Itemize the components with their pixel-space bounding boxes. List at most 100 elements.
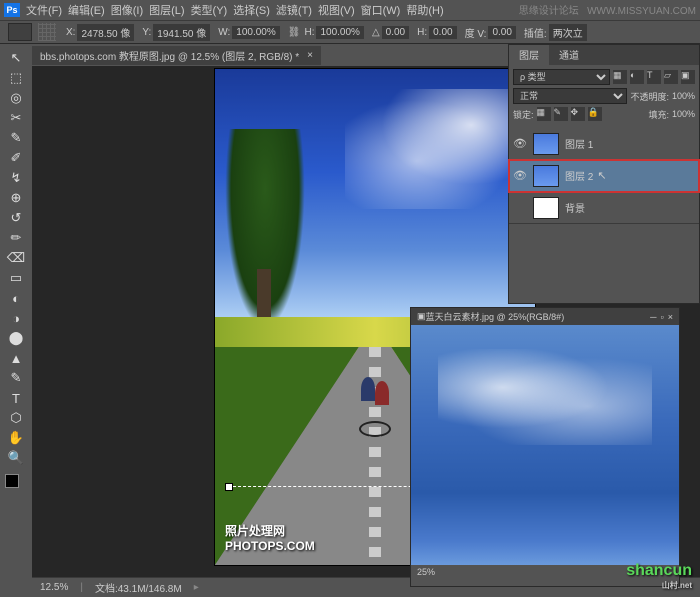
layer-name[interactable]: 图层 2 — [565, 168, 593, 183]
opacity-value[interactable]: 100% — [672, 91, 695, 101]
layer-filter-kind[interactable]: ρ 类型 — [513, 69, 610, 85]
menu-image[interactable]: 图像(I) — [111, 2, 143, 18]
zoom-level[interactable]: 12.5% — [40, 582, 68, 593]
canvas-people — [355, 377, 395, 437]
eyedropper-tool[interactable]: ✎ — [6, 129, 26, 147]
x-value[interactable]: 2478.50 像 — [77, 24, 134, 41]
color-swatches[interactable] — [5, 474, 27, 496]
lock-position-icon[interactable]: ✥ — [571, 107, 585, 121]
fill-label: 填充: — [648, 108, 669, 121]
cursor-icon: ↖ — [597, 169, 606, 182]
filter-shape-icon[interactable]: ▱ — [664, 70, 678, 84]
crop-tool[interactable]: ✂ — [6, 109, 26, 127]
type-tool[interactable]: T — [6, 389, 26, 407]
lock-all-icon[interactable]: 🔒 — [588, 107, 602, 121]
pen-tool[interactable]: ⬤ — [6, 329, 26, 347]
filter-type-icon[interactable]: T — [647, 70, 661, 84]
h-label: H: — [304, 27, 314, 38]
move-tool[interactable]: ↖ — [6, 49, 26, 67]
angle-label: △ — [372, 27, 380, 38]
layers-panel: 图层 通道 ρ 类型 ▦ ◐ T ▱ ▣ 正常 不透明度: 100% 锁定: ▦… — [508, 44, 700, 304]
skew-h-value[interactable]: 0.00 — [429, 26, 456, 39]
visibility-icon[interactable] — [513, 201, 527, 215]
secondary-canvas-clouds — [438, 349, 652, 445]
visibility-icon[interactable]: 👁 — [513, 137, 527, 151]
zoom-tool[interactable]: 🔍 — [6, 449, 26, 467]
watermark-top: 思缘设计论坛 WWW.MISSYUAN.COM — [519, 2, 696, 17]
layer-name[interactable]: 背景 — [565, 200, 585, 215]
menu-type[interactable]: 类型(Y) — [191, 2, 228, 18]
close-icon[interactable]: × — [668, 312, 673, 322]
rect-tool[interactable]: ⬡ — [6, 409, 26, 427]
skew-v-value[interactable]: 0.00 — [488, 26, 515, 39]
skew-v-label: 度 V: — [465, 25, 487, 40]
link-icon[interactable]: ⛓ — [288, 27, 301, 38]
reference-point-icon[interactable] — [38, 23, 56, 41]
secondary-zoom[interactable]: 25% — [417, 567, 435, 577]
menu-filter[interactable]: 滤镜(T) — [276, 2, 312, 18]
marquee-tool[interactable]: ⬚ — [6, 69, 26, 87]
secondary-doc-title-bar[interactable]: ▣ 蓝天白云素材.jpg @ 25%(RGB/8#) ─ ▫ × — [411, 308, 679, 325]
spot-heal-tool[interactable]: ⊕ — [6, 189, 26, 207]
menu-layer[interactable]: 图层(L) — [149, 2, 184, 18]
menu-select[interactable]: 选择(S) — [233, 2, 270, 18]
foreground-color[interactable] — [5, 474, 19, 488]
layer-thumbnail[interactable] — [533, 197, 559, 219]
doc-info[interactable]: 文档:43.1M/146.8M — [95, 580, 182, 595]
lock-transparency-icon[interactable]: ▦ — [537, 107, 551, 121]
visibility-icon[interactable]: 👁 — [513, 169, 527, 183]
hand-tool[interactable]: ✋ — [6, 429, 26, 447]
menu-window[interactable]: 窗口(W) — [361, 2, 401, 18]
canvas-watermark: 照片处理网 PHOTOPS.COM — [225, 524, 315, 555]
eraser-tool[interactable]: ⌫ — [6, 249, 26, 267]
blend-mode-select[interactable]: 正常 — [513, 88, 627, 104]
filter-smart-icon[interactable]: ▣ — [681, 70, 695, 84]
layer-name[interactable]: 图层 1 — [565, 136, 593, 151]
interp-label: 插值: — [524, 25, 547, 40]
gradient-tool[interactable]: ▭ — [6, 269, 26, 287]
tab-layers[interactable]: 图层 — [509, 45, 549, 65]
x-label: X: — [66, 27, 75, 38]
filter-pixel-icon[interactable]: ▦ — [613, 70, 627, 84]
layer-row[interactable]: 👁 图层 2 ↖ — [509, 160, 699, 192]
lock-pixels-icon[interactable]: ✎ — [554, 107, 568, 121]
dodge-tool[interactable]: ◑ — [6, 309, 26, 327]
healing-tool[interactable]: ✐ — [6, 149, 26, 167]
y-value[interactable]: 1941.50 像 — [153, 24, 210, 41]
brush-tool[interactable]: ✏ — [6, 229, 26, 247]
layer-thumbnail[interactable] — [533, 165, 559, 187]
tool-preset-picker[interactable] — [8, 23, 32, 41]
watermark-bottom-right: shancun 山村.net — [626, 562, 692, 591]
close-icon[interactable]: × — [307, 50, 313, 61]
w-value[interactable]: 100.00% — [232, 26, 279, 39]
h-value[interactable]: 100.00% — [316, 26, 363, 39]
fill-value[interactable]: 100% — [672, 109, 695, 119]
minimize-icon[interactable]: ─ — [650, 312, 656, 322]
path-tool[interactable]: ✎ — [6, 369, 26, 387]
blur-tool[interactable]: ◐ — [6, 289, 26, 307]
menu-edit[interactable]: 编辑(E) — [68, 2, 105, 18]
interp-value[interactable]: 两次立 — [549, 24, 587, 41]
menu-file[interactable]: 文件(F) — [26, 2, 62, 18]
w-label: W: — [218, 27, 230, 38]
lock-label: 锁定: — [513, 108, 534, 121]
lasso-tool[interactable]: ◎ — [6, 89, 26, 107]
document-tab[interactable]: bbs.photops.com 教程原图.jpg @ 12.5% (图层 2, … — [32, 46, 321, 65]
layer-row[interactable]: 背景 — [509, 192, 699, 224]
layer-thumbnail[interactable] — [533, 133, 559, 155]
secondary-document-window[interactable]: ▣ 蓝天白云素材.jpg @ 25%(RGB/8#) ─ ▫ × 25% — [410, 307, 680, 587]
angle-value[interactable]: 0.00 — [382, 26, 409, 39]
shape-tool[interactable]: ▲ — [6, 349, 26, 367]
clone-tool[interactable]: ↺ — [6, 209, 26, 227]
menu-view[interactable]: 视图(V) — [318, 2, 355, 18]
filter-adjust-icon[interactable]: ◐ — [630, 70, 644, 84]
menu-help[interactable]: 帮助(H) — [406, 2, 443, 18]
opacity-label: 不透明度: — [630, 90, 669, 103]
secondary-canvas[interactable] — [411, 325, 679, 565]
layers-list: 👁 图层 1 👁 图层 2 ↖ 背景 — [509, 128, 699, 224]
layer-row[interactable]: 👁 图层 1 — [509, 128, 699, 160]
maximize-icon[interactable]: ▫ — [661, 312, 664, 322]
quick-select-tool[interactable]: ↯ — [6, 169, 26, 187]
canvas-clouds — [345, 89, 525, 209]
tab-channels[interactable]: 通道 — [549, 45, 589, 65]
